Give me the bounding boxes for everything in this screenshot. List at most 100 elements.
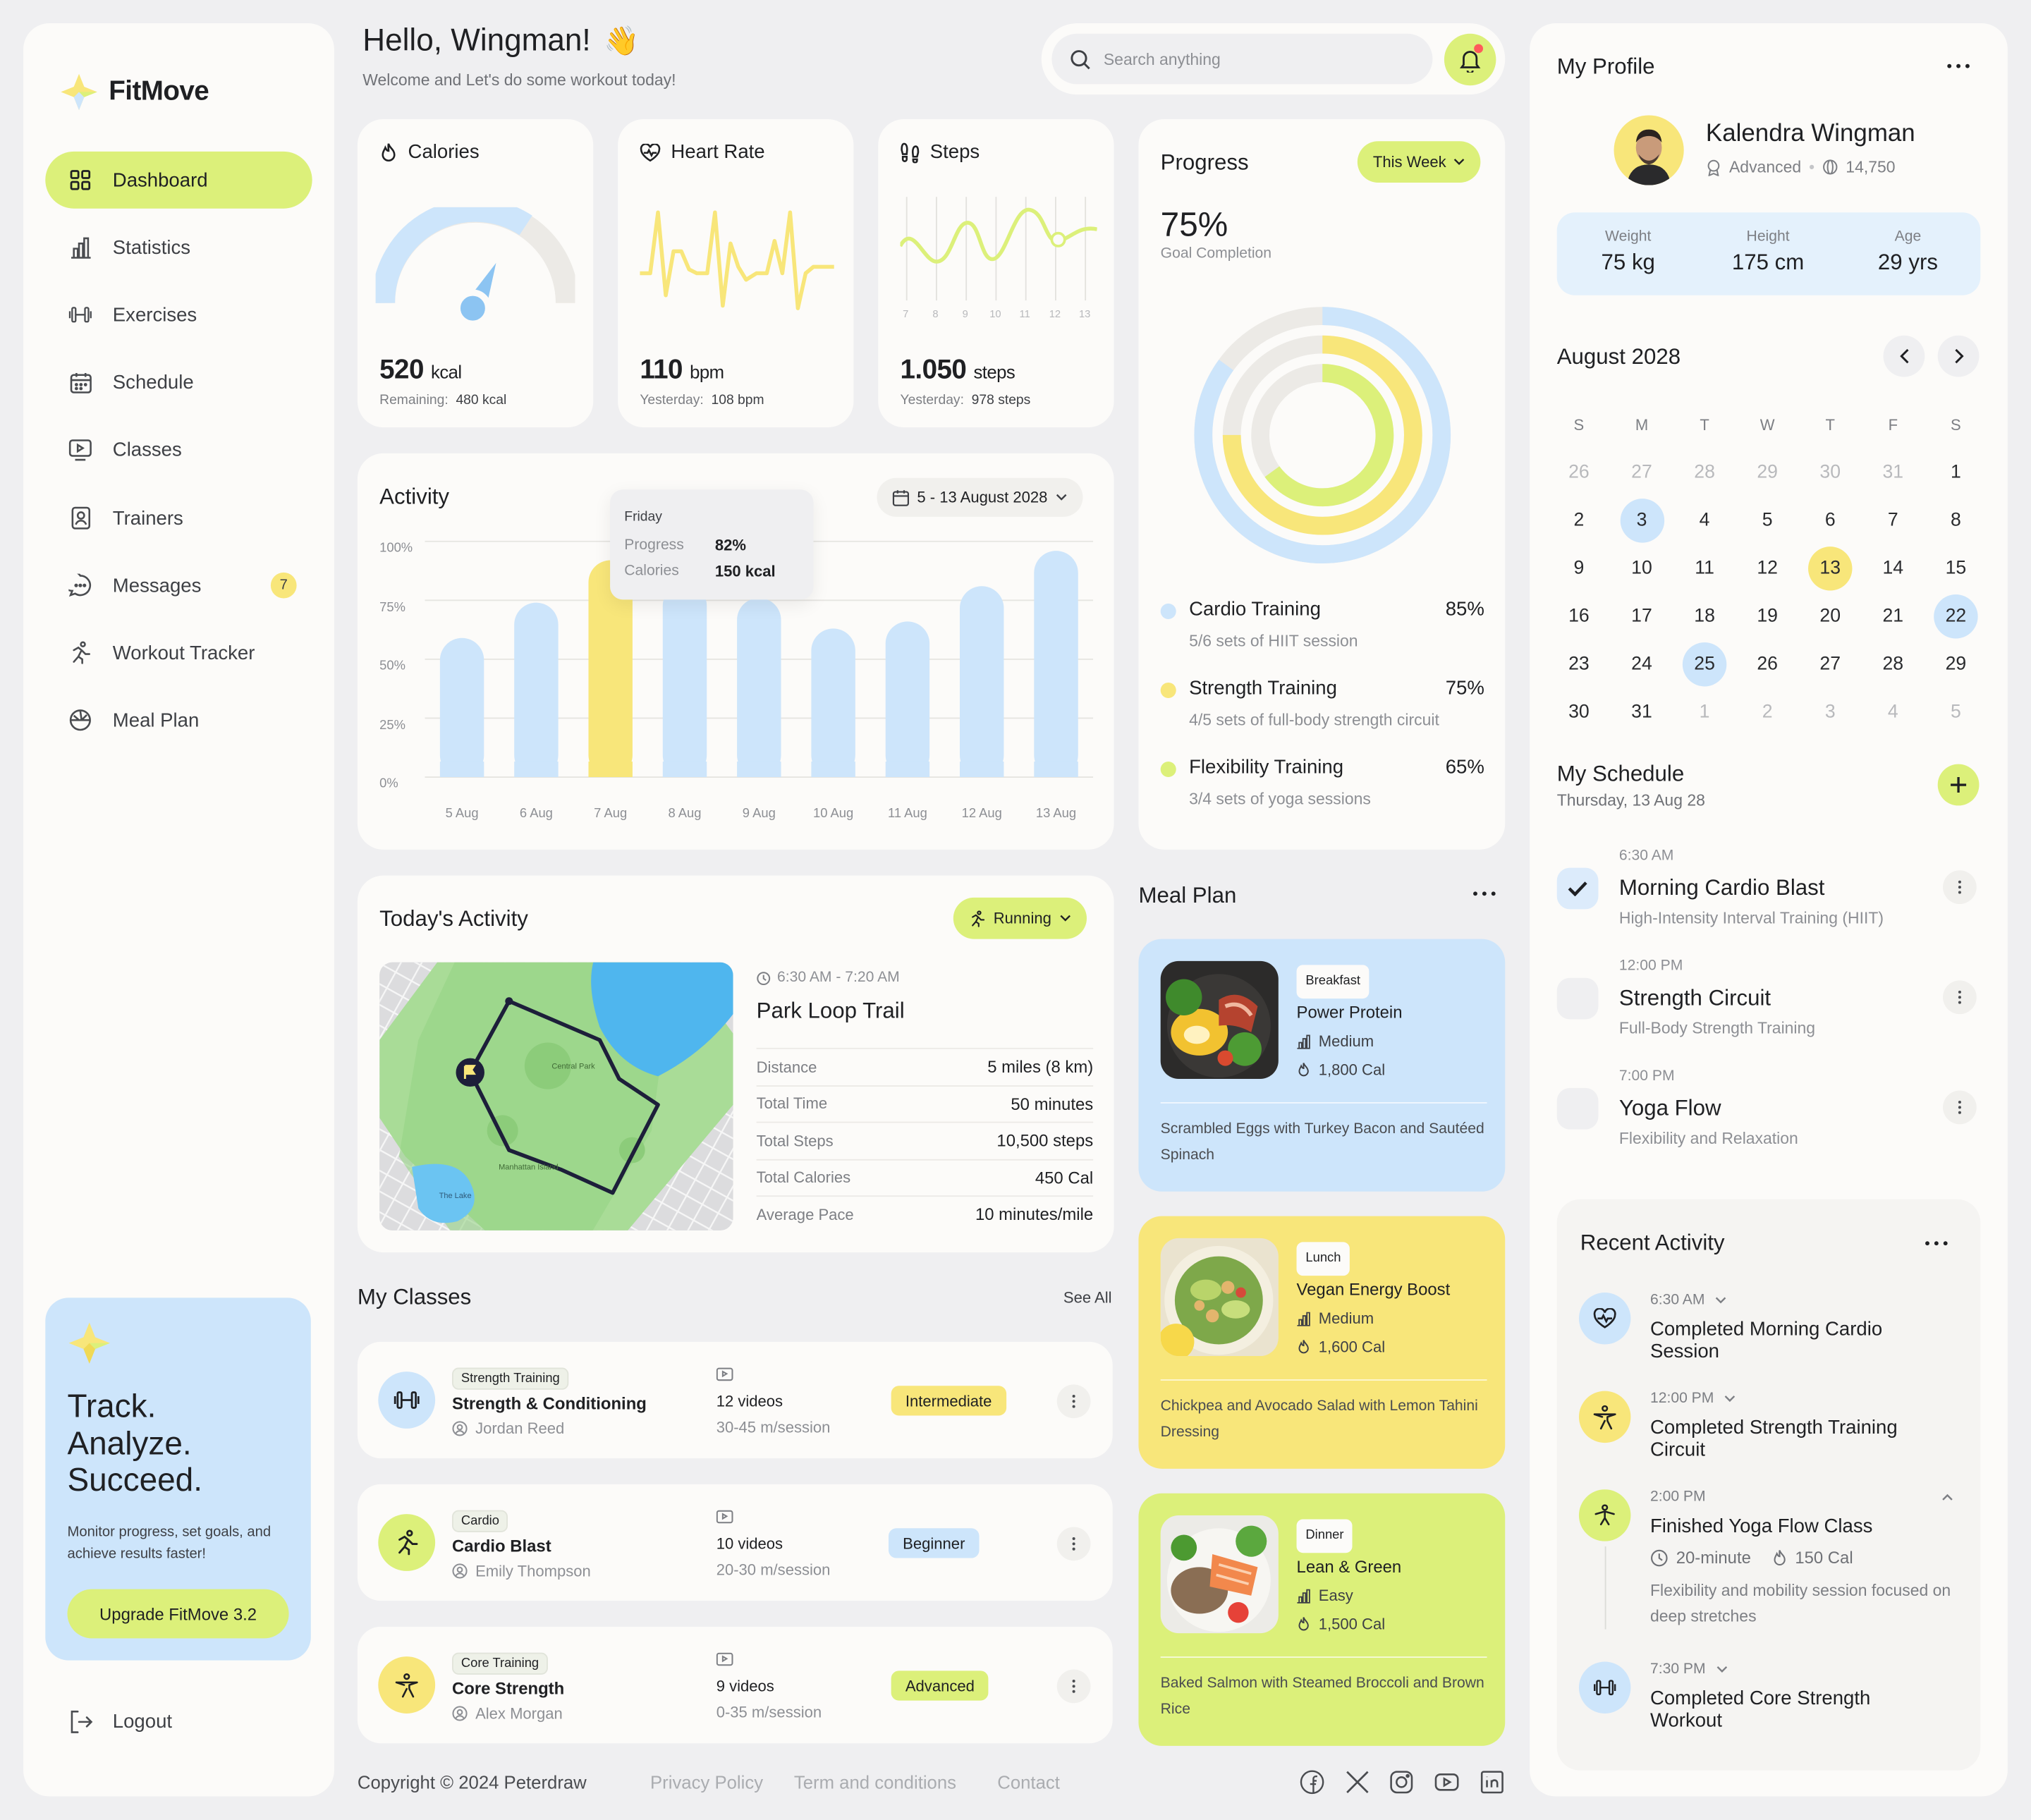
more-options-button[interactable] (1056, 1669, 1091, 1704)
calendar-day[interactable]: 9 (1557, 546, 1601, 590)
schedule-more-button[interactable] (1943, 870, 1977, 905)
sidebar-item-messages[interactable]: Messages 7 (45, 557, 312, 614)
meal-card-dinner[interactable]: Dinner Lean & Green Easy 1,500 Cal Baked… (1138, 1493, 1506, 1746)
route-map[interactable]: Central Park Manhattan Island The Lake (379, 962, 733, 1230)
schedule-checkbox[interactable] (1556, 1087, 1599, 1130)
calendar-day[interactable]: 28 (1683, 451, 1726, 494)
date-range-dropdown[interactable]: 5 - 13 August 2028 (877, 477, 1083, 517)
calendar-day[interactable]: 18 (1683, 594, 1726, 638)
privacy-policy-link[interactable]: Privacy Policy (650, 1772, 763, 1792)
period-dropdown[interactable]: This Week (1357, 141, 1482, 183)
calendar-day[interactable]: 31 (1871, 451, 1915, 494)
calendar-day[interactable]: 1 (1934, 451, 1977, 494)
x-twitter-icon[interactable] (1344, 1769, 1370, 1795)
meal-card-breakfast[interactable]: Breakfast Power Protein Medium 1,800 Cal… (1138, 939, 1506, 1192)
meal-plan-more-button[interactable] (1471, 881, 1497, 907)
sidebar-item-schedule[interactable]: Schedule (45, 353, 312, 410)
calendar-day[interactable]: 3 (1808, 690, 1852, 734)
activity-title[interactable]: Completed Morning Cardio Session (1650, 1319, 1935, 1362)
class-card[interactable]: Core Training Core Strength Alex Morgan … (357, 1626, 1113, 1744)
sidebar-item-classes[interactable]: Classes (45, 421, 312, 478)
calendar-day[interactable]: 8 (1934, 499, 1977, 542)
sidebar-item-dashboard[interactable]: Dashboard (45, 151, 312, 209)
calendar-day[interactable]: 26 (1745, 642, 1789, 686)
instagram-icon[interactable] (1389, 1769, 1415, 1795)
calendar-day[interactable]: 14 (1871, 546, 1915, 590)
calendar-day[interactable]: 20 (1808, 594, 1852, 638)
calendar-day[interactable]: 15 (1934, 546, 1977, 590)
calendar-day[interactable]: 28 (1871, 642, 1915, 686)
sidebar-item-workout-tracker[interactable]: Workout Tracker (45, 624, 312, 681)
calendar-day[interactable]: 23 (1557, 642, 1601, 686)
calendar-day[interactable]: 11 (1683, 546, 1726, 590)
upgrade-button[interactable]: Upgrade FitMove 3.2 (67, 1589, 289, 1639)
brand-logo[interactable]: FitMove (59, 73, 209, 111)
calendar-day[interactable]: 7 (1871, 499, 1915, 542)
meal-card-lunch[interactable]: Lunch Vegan Energy Boost Medium 1,600 Ca… (1138, 1216, 1506, 1469)
schedule-checkbox[interactable] (1556, 867, 1599, 910)
chevron-up-icon[interactable] (1941, 1494, 1953, 1501)
calendar-day[interactable]: 5 (1934, 690, 1977, 734)
calendar-day[interactable]: 30 (1557, 690, 1601, 734)
sidebar-item-statistics[interactable]: Statistics (45, 219, 312, 276)
sidebar-item-exercises[interactable]: Exercises (45, 286, 312, 343)
chart-bar[interactable] (514, 602, 559, 778)
calendar-next-button[interactable] (1937, 335, 1980, 377)
calendar-day[interactable]: 21 (1871, 594, 1915, 638)
calendar-day[interactable]: 17 (1620, 594, 1664, 638)
chart-bar[interactable] (662, 583, 707, 778)
profile-more-button[interactable] (1946, 53, 1972, 79)
more-options-button[interactable] (1056, 1527, 1091, 1561)
schedule-checkbox[interactable] (1556, 977, 1599, 1020)
calendar-day[interactable]: 6 (1808, 499, 1852, 542)
activity-title[interactable]: Completed Strength Training Circuit (1650, 1417, 1935, 1460)
chart-bar[interactable] (1034, 551, 1078, 778)
calendar-day[interactable]: 2 (1745, 690, 1789, 734)
calendar-day[interactable]: 29 (1934, 642, 1977, 686)
calendar-day[interactable]: 4 (1683, 499, 1726, 542)
more-options-button[interactable] (1056, 1384, 1091, 1419)
youtube-icon[interactable] (1434, 1769, 1460, 1795)
calendar-prev-button[interactable] (1883, 335, 1925, 377)
calendar-day[interactable]: 13 (1808, 546, 1853, 591)
calendar-day[interactable]: 10 (1620, 546, 1664, 590)
calendar-day[interactable]: 24 (1620, 642, 1664, 686)
calendar-day[interactable]: 12 (1745, 546, 1789, 590)
calendar-day[interactable]: 16 (1557, 594, 1601, 638)
activity-title[interactable]: Finished Yoga Flow Class (1650, 1515, 1948, 1537)
avatar[interactable] (1614, 115, 1684, 185)
activity-title[interactable]: Completed Core Strength Workout (1650, 1687, 1935, 1731)
calendar-day[interactable]: 1 (1683, 690, 1726, 734)
calendar-day[interactable]: 25 (1682, 642, 1727, 687)
calendar-day[interactable]: 27 (1620, 451, 1664, 494)
schedule-more-button[interactable] (1943, 1090, 1977, 1125)
logout-button[interactable]: Logout (68, 1709, 172, 1734)
chart-bar[interactable] (959, 586, 1004, 778)
notification-button[interactable] (1444, 33, 1496, 86)
calendar-day[interactable]: 3 (1619, 499, 1664, 543)
calendar-day[interactable]: 22 (1934, 594, 1978, 639)
search-input[interactable]: Search anything (1051, 33, 1433, 85)
terms-link[interactable]: Term and conditions (794, 1772, 956, 1792)
calendar-day[interactable]: 29 (1745, 451, 1789, 494)
calendar-day[interactable]: 4 (1871, 690, 1915, 734)
facebook-icon[interactable] (1299, 1769, 1325, 1795)
sidebar-item-trainers[interactable]: Trainers (45, 489, 312, 546)
calendar-day[interactable]: 31 (1620, 690, 1664, 734)
schedule-more-button[interactable] (1943, 980, 1977, 1015)
class-card[interactable]: Cardio Cardio Blast Emily Thompson 10 vi… (357, 1484, 1113, 1601)
calendar-day[interactable]: 26 (1557, 451, 1601, 494)
calendar-day[interactable]: 30 (1808, 451, 1852, 494)
calendar-day[interactable]: 19 (1745, 594, 1789, 638)
chart-bar[interactable] (885, 621, 930, 778)
calendar-day[interactable]: 2 (1557, 499, 1601, 542)
class-card[interactable]: Strength Training Strength & Conditionin… (357, 1341, 1113, 1459)
recent-more-button[interactable] (1923, 1230, 1949, 1257)
contact-link[interactable]: Contact (997, 1772, 1060, 1792)
calendar-day[interactable]: 27 (1808, 642, 1852, 686)
linkedin-icon[interactable] (1480, 1769, 1506, 1795)
chart-bar[interactable] (439, 637, 484, 778)
calendar-day[interactable]: 5 (1745, 499, 1789, 542)
add-schedule-button[interactable] (1937, 764, 1980, 806)
activity-type-dropdown[interactable]: Running (953, 897, 1087, 939)
